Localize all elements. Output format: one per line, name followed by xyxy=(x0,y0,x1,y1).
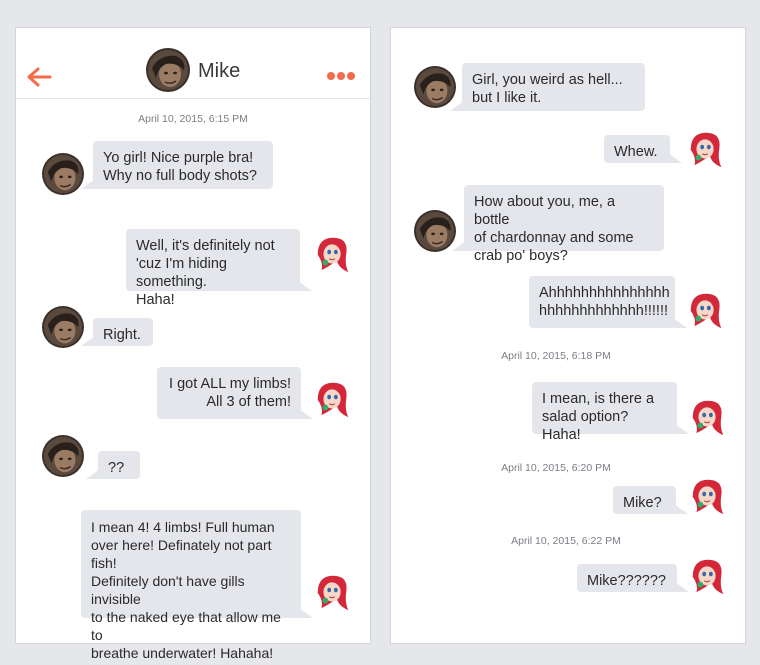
incoming-message-bubble[interactable]: Girl, you weird as hell... but I like it… xyxy=(450,63,645,111)
outgoing-message-bubble[interactable]: Well, it's definitely not 'cuz I'm hidin… xyxy=(126,229,312,308)
chat-header: Mike xyxy=(16,28,370,99)
my-avatar[interactable] xyxy=(685,288,727,330)
message-timestamp: April 10, 2015, 6:15 PM xyxy=(138,113,248,125)
outgoing-message-bubble[interactable]: I got ALL my limbs! All 3 of them! xyxy=(157,367,313,419)
outgoing-message-bubble[interactable]: Mike?????? xyxy=(577,564,689,592)
my-avatar[interactable] xyxy=(312,570,354,612)
my-avatar[interactable] xyxy=(687,395,729,437)
incoming-message-bubble[interactable]: Right. xyxy=(81,318,153,346)
more-options-icon[interactable] xyxy=(326,71,356,81)
incoming-message-bubble[interactable]: How about you, me, a bottle of chardonna… xyxy=(452,185,664,264)
outgoing-message-bubble[interactable]: I mean, is there a salad option? Haha! xyxy=(532,382,689,443)
outgoing-message-bubble[interactable]: Ahhhhhhhhhhhhhhh hhhhhhhhhhhhh!!!!!! xyxy=(529,276,687,328)
sender-avatar[interactable] xyxy=(42,153,84,195)
my-avatar[interactable] xyxy=(687,554,729,596)
chat-screen-right: Girl, you weird as hell... but I like it… xyxy=(390,27,746,644)
outgoing-message-bubble[interactable]: Whew. xyxy=(604,135,682,163)
outgoing-message-bubble[interactable]: I mean 4! 4 limbs! Full human over here!… xyxy=(81,510,313,661)
outgoing-message-bubble[interactable]: Mike? xyxy=(613,486,688,514)
sender-avatar[interactable] xyxy=(42,435,84,477)
incoming-message-bubble[interactable]: ?? xyxy=(86,451,140,479)
incoming-message-bubble[interactable]: Yo girl! Nice purple bra! Why no full bo… xyxy=(81,141,273,189)
my-avatar[interactable] xyxy=(312,232,354,274)
sender-avatar[interactable] xyxy=(42,306,84,348)
my-avatar[interactable] xyxy=(312,377,354,419)
my-avatar[interactable] xyxy=(685,127,727,169)
message-timestamp: April 10, 2015, 6:18 PM xyxy=(501,350,611,362)
message-timestamp: April 10, 2015, 6:22 PM xyxy=(511,535,621,547)
sender-avatar[interactable] xyxy=(414,210,456,252)
my-avatar[interactable] xyxy=(687,474,729,516)
contact-name: Mike xyxy=(198,60,241,82)
message-timestamp: April 10, 2015, 6:20 PM xyxy=(501,462,611,474)
contact-avatar[interactable] xyxy=(146,48,190,92)
chat-screen-left: Mike April 10, 2015, 6:15 PM Yo girl! Ni… xyxy=(15,27,371,661)
back-arrow-icon[interactable] xyxy=(26,66,52,88)
